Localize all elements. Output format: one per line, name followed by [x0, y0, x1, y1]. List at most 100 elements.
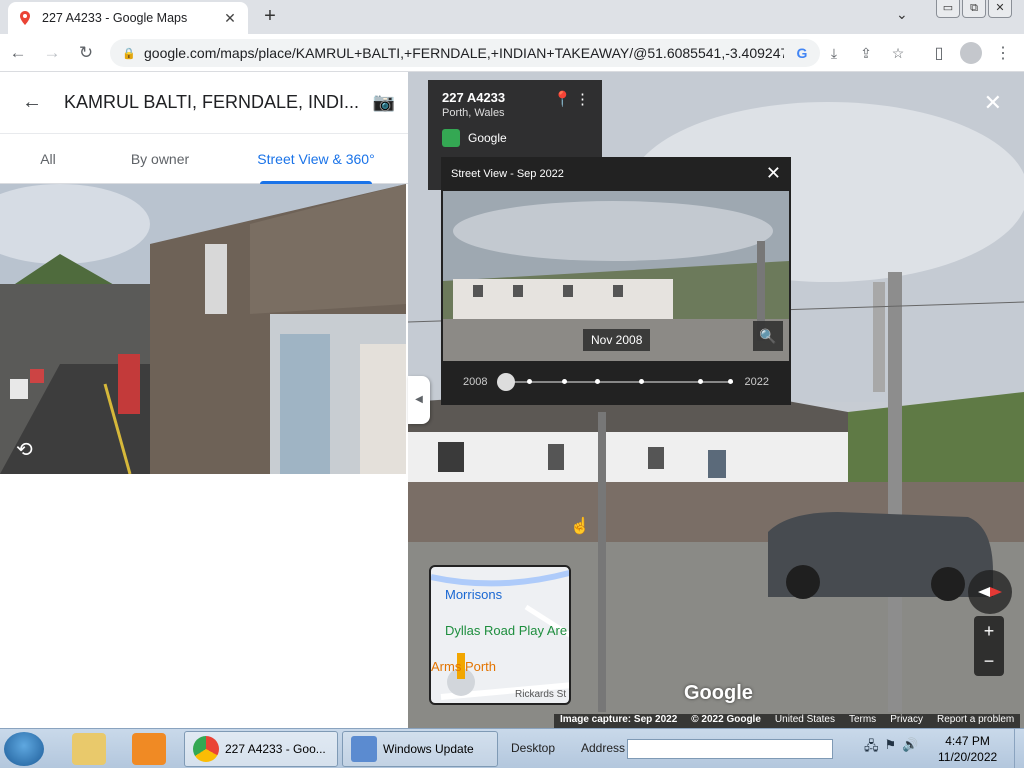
- menu-kebab-icon[interactable]: ⋮: [990, 38, 1016, 68]
- clock-time: 4:47 PM: [945, 734, 990, 748]
- timeline-tick[interactable]: [595, 379, 601, 384]
- tab-by-owner[interactable]: By owner: [96, 134, 224, 183]
- photo-tabs: All By owner Street View & 360°: [0, 134, 408, 184]
- close-window-button[interactable]: ✕: [988, 0, 1012, 18]
- report-problem-link[interactable]: Report a problem: [937, 714, 1014, 728]
- google-logo: Google: [684, 682, 753, 704]
- start-button[interactable]: [4, 732, 44, 766]
- volume-icon[interactable]: 🔊: [902, 737, 918, 759]
- more-options-icon[interactable]: ⋮: [575, 90, 590, 108]
- back-arrow-icon[interactable]: ←: [0, 91, 64, 114]
- lock-icon[interactable]: 🔒: [122, 47, 136, 60]
- network-icon[interactable]: 🖧: [864, 737, 879, 759]
- close-street-view-icon[interactable]: ✕: [984, 90, 1002, 116]
- toolbar-right: ▯ ⋮: [926, 38, 1016, 68]
- restore-button[interactable]: ⧉: [962, 0, 986, 18]
- minimap-label-play-area: Dyllas Road Play Are: [445, 623, 568, 638]
- address-bar[interactable]: 🔒 google.com/maps/place/KAMRUL+BALTI,+FE…: [110, 39, 820, 67]
- media-player-icon[interactable]: [132, 733, 166, 765]
- minimap-label-street: Rickards St: [515, 689, 567, 700]
- clock-date: 11/20/2022: [938, 750, 998, 764]
- taskbar-windows-update[interactable]: Windows Update: [342, 731, 498, 767]
- taskbar-chrome[interactable]: 227 A4233 - Goo...: [184, 731, 338, 767]
- tab-search-chevron-icon[interactable]: ⌄: [896, 6, 908, 23]
- explorer-icon[interactable]: [72, 733, 106, 765]
- region-link[interactable]: United States: [775, 714, 835, 728]
- image-capture-date: Image capture: Sep 2022: [560, 714, 678, 725]
- google-maps-pin-icon: [20, 11, 30, 25]
- new-tab-button[interactable]: +: [258, 5, 282, 29]
- time-machine-preview[interactable]: Nov 2008 🔍: [443, 191, 789, 361]
- profile-avatar[interactable]: [960, 42, 982, 64]
- google-g-icon[interactable]: G: [790, 39, 814, 67]
- terms-link[interactable]: Terms: [849, 714, 876, 728]
- timeline-start-year: 2008: [463, 376, 488, 388]
- install-icon[interactable]: ⤓: [822, 39, 846, 67]
- compass-icon: [978, 587, 1002, 597]
- system-tray: 🖧 ⚑ 🔊: [864, 737, 918, 759]
- place-title: KAMRUL BALTI, FERNDALE, INDI...: [64, 92, 360, 112]
- taskbar-clock[interactable]: 4:47 PM 11/20/2022: [938, 733, 997, 765]
- street-view-footer: Image capture: Sep 2022 © 2022 Google Un…: [554, 714, 1021, 728]
- windows-update-icon: [351, 736, 377, 762]
- minimap-label-pub: Arms Porth: [431, 659, 497, 674]
- close-time-machine-icon[interactable]: ✕: [766, 163, 781, 184]
- timeline-tick[interactable]: [697, 379, 703, 384]
- bookmark-star-icon[interactable]: ☆: [886, 39, 910, 67]
- timeline-end-year: 2022: [744, 376, 769, 388]
- timeline-tick[interactable]: [527, 379, 533, 384]
- timeline-tick[interactable]: [562, 379, 568, 384]
- time-machine-panel: 🕓▾ Street View - Sep 2022 ✕ Nov 2008 🔍 2…: [441, 157, 791, 405]
- minimize-button[interactable]: ▭: [936, 0, 960, 18]
- address-line2: Porth, Wales: [442, 107, 505, 119]
- tab-street-view[interactable]: Street View & 360°: [224, 134, 408, 183]
- timeline-knob[interactable]: [497, 373, 516, 391]
- street-view-viewer[interactable]: 227 A4233 Porth, Wales Google 📍 ⋮ ✕ 🕓▾ S…: [408, 72, 1024, 728]
- side-panel-icon[interactable]: ▯: [926, 38, 952, 68]
- collapse-panel-button[interactable]: ◀: [408, 376, 430, 424]
- add-photo-icon[interactable]: 📷: [360, 92, 408, 113]
- taskbar-address-input[interactable]: [627, 739, 833, 759]
- zoom-out-button[interactable]: −: [974, 646, 1004, 676]
- tab-close-icon[interactable]: ✕: [222, 10, 238, 27]
- url-text[interactable]: google.com/maps/place/KAMRUL+BALTI,+FERN…: [144, 45, 784, 61]
- flag-icon[interactable]: ⚑: [885, 737, 897, 759]
- reload-icon[interactable]: ↻: [70, 37, 102, 69]
- timeline-track[interactable]: [497, 373, 733, 391]
- window-controls: ▭ ⧉ ✕: [936, 0, 1012, 18]
- taskbar-chrome-label: 227 A4233 - Goo...: [225, 742, 326, 756]
- omnibox-icons: G ⤓ ⇪ ☆: [790, 39, 910, 67]
- minimap[interactable]: Morrisons Dyllas Road Play Are Arms Port…: [429, 565, 571, 705]
- zoom-control: + −: [974, 616, 1004, 676]
- location-pin-icon[interactable]: 📍: [553, 90, 572, 108]
- browser-tab-strip: 227 A4233 - Google Maps ✕ + ⌄ ▭ ⧉ ✕: [0, 0, 1024, 34]
- forward-arrow-icon[interactable]: →: [36, 37, 68, 69]
- zoom-in-button[interactable]: +: [974, 616, 1004, 646]
- timeline-tick[interactable]: [639, 379, 645, 384]
- tab-title: 227 A4233 - Google Maps: [42, 11, 188, 25]
- zoom-preview-icon[interactable]: 🔍: [753, 321, 783, 351]
- desktop-toolbar-label[interactable]: Desktop: [511, 741, 555, 755]
- share-icon[interactable]: ⇪: [854, 39, 878, 67]
- place-header: ← KAMRUL BALTI, FERNDALE, INDI... 📷: [0, 72, 408, 134]
- privacy-link[interactable]: Privacy: [890, 714, 923, 728]
- address-toolbar-label: Address: [581, 741, 626, 755]
- taskbar-update-label: Windows Update: [383, 742, 474, 756]
- source-label: Google: [468, 131, 507, 145]
- browser-tab[interactable]: 227 A4233 - Google Maps ✕: [8, 2, 248, 34]
- street-view-photo[interactable]: ⟲: [0, 184, 406, 474]
- timeline-tick[interactable]: [727, 379, 733, 384]
- compass-control[interactable]: [968, 570, 1012, 614]
- timeline-slider[interactable]: 2008 2022: [441, 365, 791, 399]
- show-desktop-button[interactable]: [1014, 729, 1024, 768]
- place-panel: ← KAMRUL BALTI, FERNDALE, INDI... 📷 All …: [0, 72, 408, 728]
- windows-taskbar: 227 A4233 - Goo... Windows Update Deskto…: [0, 728, 1024, 768]
- time-machine-title: Street View - Sep 2022: [451, 168, 564, 180]
- preview-date-label: Nov 2008: [583, 329, 651, 351]
- tab-all[interactable]: All: [0, 134, 96, 183]
- mouse-cursor-icon: ☝: [570, 518, 590, 535]
- chrome-icon: [193, 736, 219, 762]
- browser-toolbar: ← → ↻ 🔒 google.com/maps/place/KAMRUL+BAL…: [0, 34, 1024, 72]
- back-arrow-icon[interactable]: ←: [2, 37, 34, 69]
- source-row: Google: [442, 129, 588, 147]
